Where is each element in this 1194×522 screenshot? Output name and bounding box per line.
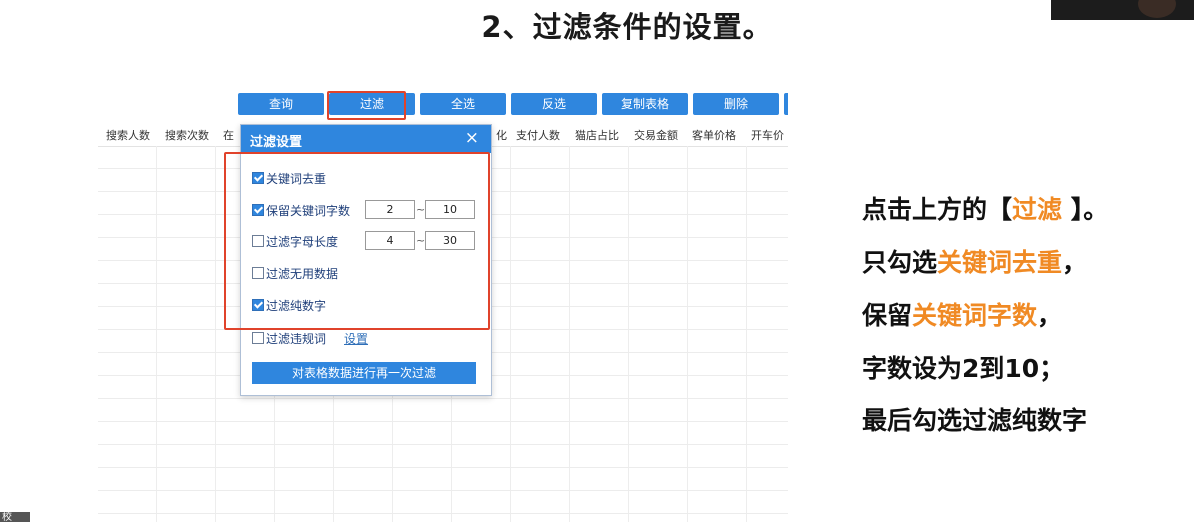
invert-selection-button[interactable]: 反选 <box>511 93 597 115</box>
column-header[interactable]: 支付人数 <box>516 127 560 143</box>
column-header[interactable]: 在 <box>223 127 234 143</box>
note-line-1: 点击上方的【过滤 】。 <box>862 190 1108 226</box>
column-header[interactable]: 开车价 <box>751 127 784 143</box>
refilter-table-button[interactable]: 对表格数据进行再一次过滤 <box>252 362 476 384</box>
dialog-header: 过滤设置 × <box>241 125 491 153</box>
highlight-filter-button <box>327 91 406 120</box>
note-text: ， <box>1062 248 1088 277</box>
column-header[interactable]: 化 <box>496 127 507 143</box>
note-line-3: 保留关键词字数， <box>862 296 1062 332</box>
close-icon[interactable]: × <box>465 128 479 148</box>
query-button[interactable]: 查询 <box>238 93 324 115</box>
column-header[interactable]: 猫店占比 <box>575 127 619 143</box>
delete-button[interactable]: 删除 <box>693 93 779 115</box>
note-accent: 关键词去重 <box>937 248 1063 277</box>
note-line-4: 字数设为2到10； <box>862 354 1065 383</box>
checkbox-unchecked[interactable] <box>252 332 264 344</box>
copy-table-button[interactable]: 复制表格 <box>602 93 688 115</box>
select-all-button[interactable]: 全选 <box>420 93 506 115</box>
toolbar-button-partial[interactable] <box>784 93 788 115</box>
note-text: 只勾选 <box>862 248 938 277</box>
note-line-2: 只勾选关键词去重， <box>862 243 1087 279</box>
corner-label: 校 <box>0 512 30 522</box>
webcam-overlay <box>1051 0 1194 20</box>
note-text: 点击上方的【 <box>862 195 1013 224</box>
dialog-title: 过滤设置 <box>250 135 303 150</box>
note-line-5: 最后勾选过滤纯数字 <box>862 406 1088 435</box>
note-text: 】。 <box>1062 195 1109 224</box>
column-header[interactable]: 交易金额 <box>634 127 678 143</box>
note-accent: 关键词字数 <box>912 301 1038 330</box>
note-text: ， <box>1037 301 1063 330</box>
highlight-filter-options <box>224 152 490 330</box>
option-label: 过滤违规词 <box>266 332 327 346</box>
note-accent: 过滤 <box>1012 195 1063 224</box>
note-text: 保留 <box>862 301 913 330</box>
column-header[interactable]: 搜索人数 <box>106 127 150 143</box>
column-header[interactable]: 客单价格 <box>692 127 736 143</box>
column-header[interactable]: 搜索次数 <box>165 127 209 143</box>
option-filter-banned-words[interactable]: 过滤违规词 <box>252 330 326 348</box>
slide-title: 2、过滤条件的设置。 <box>481 10 773 44</box>
banned-words-settings-link[interactable]: 设置 <box>344 330 368 347</box>
